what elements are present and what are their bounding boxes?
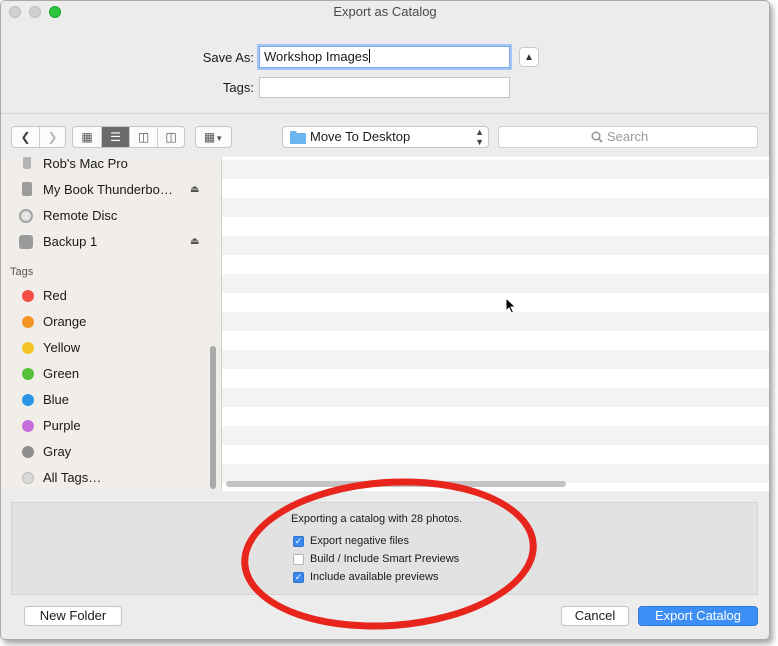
chevron-right-icon: ❯ xyxy=(47,130,58,144)
list-icon: ☰ xyxy=(110,130,121,144)
icon-view-button[interactable]: ▦ xyxy=(73,127,101,147)
sidebar-tag-red[interactable]: Red xyxy=(1,285,210,307)
close-window-button[interactable] xyxy=(9,6,21,18)
time-machine-icon xyxy=(19,235,33,249)
eject-icon[interactable]: ⏏ xyxy=(190,231,199,253)
chevron-down-icon: ▼ xyxy=(215,134,224,143)
export-catalog-button[interactable]: Export Catalog xyxy=(638,606,758,626)
sidebar-tag-blue[interactable]: Blue xyxy=(1,389,210,411)
red-tag-dot-icon xyxy=(22,290,34,302)
computer-icon xyxy=(23,157,31,169)
search-icon xyxy=(591,131,603,143)
sidebar-item-mac-pro[interactable]: Rob's Mac Pro xyxy=(1,157,210,175)
toolbar-divider xyxy=(1,113,769,114)
chevron-left-icon: ❮ xyxy=(20,130,31,144)
file-list[interactable] xyxy=(222,157,769,491)
save-as-value: Workshop Images xyxy=(264,49,369,64)
search-placeholder: Search xyxy=(607,129,649,144)
cover-flow-button[interactable]: ◫ xyxy=(157,127,184,147)
tags-input[interactable] xyxy=(259,77,510,98)
zoom-window-button[interactable] xyxy=(49,6,61,18)
green-tag-dot-icon xyxy=(22,368,34,380)
list-row-stripe xyxy=(222,312,769,331)
view-mode-control: ▦ ☰ ◫ ◫ xyxy=(72,126,185,148)
location-label: Move To Desktop xyxy=(310,129,411,144)
all-tags-icon xyxy=(22,472,34,484)
chevron-up-icon: ▲ xyxy=(524,52,534,63)
sidebar-tag-yellow[interactable]: Yellow xyxy=(1,337,210,359)
sidebar-item-backup[interactable]: Backup 1 ⏏ xyxy=(1,231,210,253)
sidebar-item-label: My Book Thunderbo… xyxy=(43,182,173,197)
arrange-control[interactable]: ▦▼ xyxy=(195,126,232,148)
back-button[interactable]: ❮ xyxy=(12,127,39,147)
sidebar-tag-gray[interactable]: Gray xyxy=(1,441,210,463)
columns-icon: ◫ xyxy=(137,130,150,144)
external-drive-icon xyxy=(22,182,32,196)
sidebar-item-label: Yellow xyxy=(43,340,81,355)
mouse-pointer-icon xyxy=(505,297,517,314)
location-popup[interactable]: Move To Desktop ▲ ▼ xyxy=(282,126,489,148)
blue-tag-dot-icon xyxy=(22,394,34,406)
sidebar-item-remote-disc[interactable]: Remote Disc xyxy=(1,205,210,227)
purple-tag-dot-icon xyxy=(22,420,34,432)
sidebar-tag-all-tags[interactable]: All Tags… xyxy=(1,467,210,489)
disc-icon xyxy=(19,209,33,223)
sidebar-item-label: Red xyxy=(43,288,67,303)
forward-button[interactable]: ❯ xyxy=(39,127,65,147)
title-bar: Export as Catalog xyxy=(1,1,769,23)
list-row-stripe xyxy=(222,274,769,293)
list-row-stripe xyxy=(222,160,769,179)
window-title: Export as Catalog xyxy=(333,4,437,19)
sidebar-tag-green[interactable]: Green xyxy=(1,363,210,385)
grid-icon: ▦ xyxy=(81,130,93,144)
list-row-stripe xyxy=(222,426,769,445)
sidebar-item-label: Green xyxy=(43,366,80,381)
export-catalog-dialog: Export as Catalog Save As: Workshop Imag… xyxy=(0,0,770,640)
folder-icon xyxy=(290,131,306,144)
sidebar-item-label: Orange xyxy=(43,314,87,329)
cover-flow-icon: ◫ xyxy=(165,130,177,144)
save-as-label: Save As: xyxy=(202,50,254,65)
sidebar-tag-purple[interactable]: Purple xyxy=(1,415,210,437)
sidebar-item-label: Remote Disc xyxy=(43,208,118,223)
list-row-stripe xyxy=(222,350,769,369)
expand-dialog-button[interactable]: ▲ xyxy=(519,47,539,67)
list-view-button[interactable]: ☰ xyxy=(101,127,129,147)
sidebar-item-label: Rob's Mac Pro xyxy=(43,157,128,171)
updown-chevron-icon: ▲ ▼ xyxy=(475,127,484,147)
sidebar-item-my-book[interactable]: My Book Thunderbo… ⏏ xyxy=(1,179,210,201)
yellow-tag-dot-icon xyxy=(22,342,34,354)
arrange-button[interactable]: ▦▼ xyxy=(196,127,231,147)
back-forward-control: ❮ ❯ xyxy=(11,126,66,148)
sidebar-scrollbar[interactable] xyxy=(210,346,216,489)
sidebar-item-label: Gray xyxy=(43,444,72,459)
list-row-stripe xyxy=(222,236,769,255)
list-row-stripe xyxy=(222,198,769,217)
eject-icon[interactable]: ⏏ xyxy=(190,179,199,201)
tags-label: Tags: xyxy=(222,80,254,95)
sidebar-item-label: Blue xyxy=(43,392,70,407)
new-folder-button[interactable]: New Folder xyxy=(24,606,122,626)
orange-tag-dot-icon xyxy=(22,316,34,328)
arrange-grid-icon: ▦ xyxy=(203,130,216,144)
tags-section-heading: Tags xyxy=(10,266,34,278)
gray-tag-dot-icon xyxy=(22,446,34,458)
sidebar: Rob's Mac Pro My Book Thunderbo… ⏏ Remot… xyxy=(1,157,222,491)
cancel-button[interactable]: Cancel xyxy=(561,606,629,626)
search-input[interactable]: Search xyxy=(498,126,758,148)
sidebar-item-label: Purple xyxy=(43,418,81,433)
list-row-stripe xyxy=(222,388,769,407)
red-annotation-circle xyxy=(236,468,542,639)
column-view-button[interactable]: ◫ xyxy=(129,127,157,147)
sidebar-item-label: Backup 1 xyxy=(43,234,98,249)
minimize-window-button[interactable] xyxy=(29,6,41,18)
save-as-input[interactable]: Workshop Images xyxy=(259,46,510,68)
sidebar-item-label: All Tags… xyxy=(43,470,102,485)
sidebar-tag-orange[interactable]: Orange xyxy=(1,311,210,333)
